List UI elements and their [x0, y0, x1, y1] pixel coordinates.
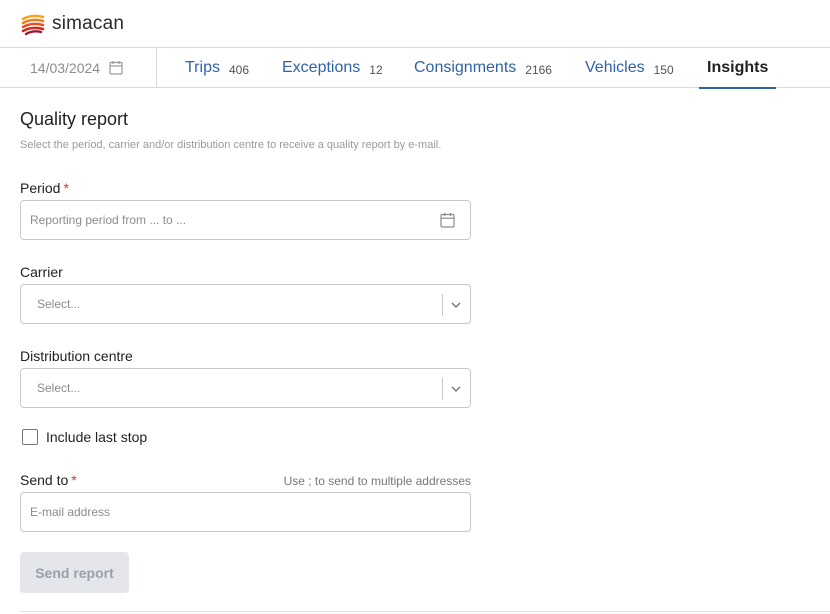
tab-label: Insights	[707, 59, 769, 76]
send-report-button[interactable]: Send report	[20, 552, 129, 593]
include-last-stop-label: Include last stop	[46, 429, 148, 445]
chevron-down-icon[interactable]	[450, 383, 462, 395]
period-field[interactable]: Reporting period from ... to ...	[20, 200, 471, 240]
period-label: Period *	[20, 180, 69, 196]
distribution-centre-label: Distribution centre	[20, 348, 133, 364]
tab-count: 150	[653, 62, 674, 77]
chevron-down-icon[interactable]	[450, 299, 462, 311]
calendar-icon	[109, 61, 123, 75]
email-field[interactable]: E-mail address	[20, 492, 471, 532]
date-picker[interactable]: 14/03/2024	[0, 48, 157, 87]
send-to-label-text: Send to	[20, 472, 69, 488]
brand-logo[interactable]: simacan	[20, 10, 124, 38]
nav-bar: 14/03/2024 Trips 406 Exceptions 12 Consi…	[0, 48, 830, 89]
tab-consignments[interactable]: Consignments 2166	[414, 48, 552, 88]
divider	[20, 611, 830, 612]
required-mark: *	[71, 472, 77, 488]
include-last-stop-row[interactable]: Include last stop	[22, 429, 147, 445]
brand-name: simacan	[52, 13, 125, 34]
app-header: simacan	[0, 0, 830, 48]
required-mark: *	[63, 180, 69, 196]
tab-label: Trips	[185, 59, 220, 76]
select-divider	[442, 294, 443, 316]
tab-exceptions[interactable]: Exceptions 12	[282, 48, 383, 88]
send-to-label: Send to *	[20, 472, 77, 488]
page-title: Quality report	[20, 109, 129, 129]
distribution-centre-placeholder: Select...	[37, 381, 81, 395]
carrier-select[interactable]: Select...	[20, 284, 471, 324]
include-last-stop-checkbox[interactable]	[22, 429, 38, 445]
tab-label: Exceptions	[282, 59, 361, 76]
email-placeholder: E-mail address	[30, 505, 111, 519]
send-to-hint: Use ; to send to multiple addresses	[283, 474, 471, 488]
tab-count: 2166	[525, 62, 552, 77]
period-label-text: Period	[20, 180, 61, 196]
simacan-logo-icon	[21, 14, 45, 36]
tab-count: 12	[369, 62, 383, 77]
carrier-placeholder: Select...	[37, 297, 81, 311]
calendar-icon[interactable]	[440, 212, 455, 228]
tab-label: Vehicles	[585, 59, 645, 76]
date-value: 14/03/2024	[30, 59, 101, 76]
period-placeholder: Reporting period from ... to ...	[30, 213, 187, 227]
select-divider	[442, 378, 443, 400]
tab-insights[interactable]: Insights	[698, 48, 777, 89]
tab-label: Consignments	[414, 59, 517, 76]
page-subtitle: Select the period, carrier and/or distri…	[20, 139, 442, 151]
tab-count: 406	[228, 62, 249, 77]
carrier-label: Carrier	[20, 264, 63, 280]
distribution-centre-select[interactable]: Select...	[20, 368, 471, 408]
tab-trips[interactable]: Trips 406	[185, 48, 249, 88]
tab-vehicles[interactable]: Vehicles 150	[585, 48, 674, 88]
